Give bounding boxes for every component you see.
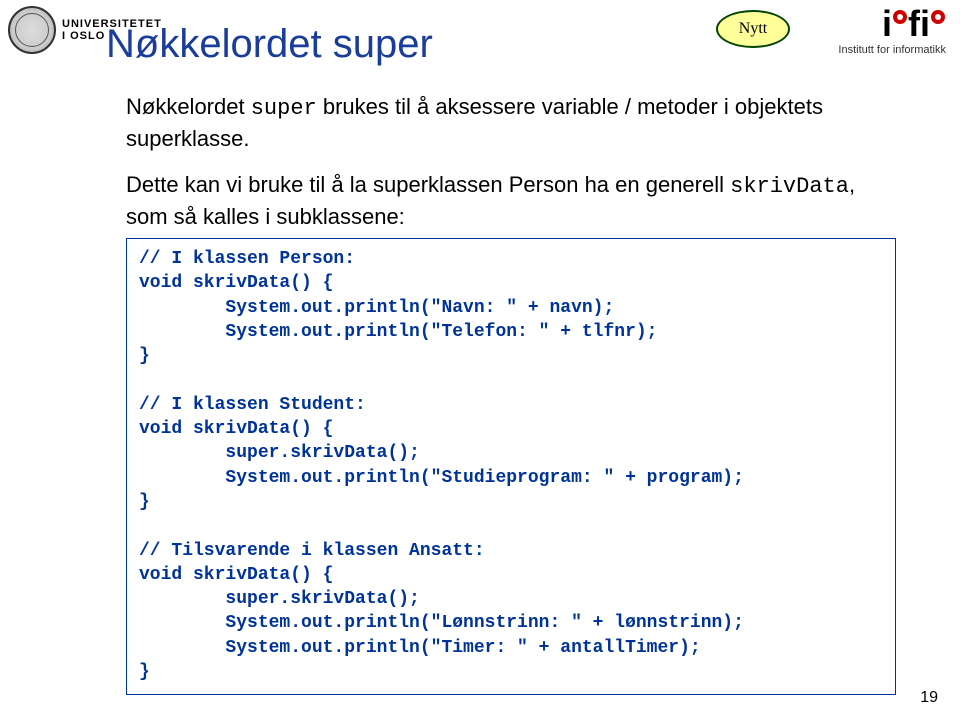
- code-l18: }: [139, 662, 150, 682]
- code-l02: void skrivData() {: [139, 273, 333, 293]
- code-l04: System.out.println("Telefon: " + tlfnr);: [139, 322, 657, 342]
- p1-part1: Nøkkelordet: [126, 94, 251, 119]
- code-l17: System.out.println("Timer: " + antallTim…: [139, 638, 701, 658]
- paragraph-2: Dette kan vi bruke til å la superklassen…: [126, 170, 880, 231]
- ifi-logo: ifi Institutt for informatikk: [838, 6, 946, 56]
- university-seal-icon: [8, 6, 56, 54]
- code-l11: }: [139, 492, 150, 512]
- code-l15: super.skrivData();: [139, 589, 420, 609]
- badge-label: Nytt: [739, 20, 767, 38]
- code-l08: void skrivData() {: [139, 419, 333, 439]
- code-l09: super.skrivData();: [139, 443, 420, 463]
- code-l14: void skrivData() {: [139, 565, 333, 585]
- p2-part1: Dette kan vi bruke til å la superklassen…: [126, 172, 730, 197]
- p2-mono: skrivData: [730, 174, 849, 199]
- code-l16: System.out.println("Lønnstrinn: " + lønn…: [139, 613, 744, 633]
- p1-mono: super: [251, 96, 317, 121]
- paragraph-1: Nøkkelordet super brukes til å aksessere…: [126, 92, 880, 153]
- title-prefix: Nøkkelordet: [106, 22, 333, 66]
- title-keyword: super: [333, 22, 433, 66]
- code-block: // I klassen Person: void skrivData() { …: [126, 238, 896, 695]
- page-number: 19: [920, 689, 938, 707]
- code-l13: // Tilsvarende i klassen Ansatt:: [139, 541, 485, 561]
- code-l01: // I klassen Person:: [139, 249, 355, 269]
- code-l10: System.out.println("Studieprogram: " + p…: [139, 468, 744, 488]
- ifi-caption: Institutt for informatikk: [838, 44, 946, 56]
- code-l05: }: [139, 346, 150, 366]
- code-l03: System.out.println("Navn: " + navn);: [139, 298, 614, 318]
- code-l07: // I klassen Student:: [139, 395, 366, 415]
- slide-title: Nøkkelordet super: [106, 22, 433, 67]
- new-badge: Nytt: [716, 10, 790, 48]
- ifi-mark-icon: ifi: [882, 6, 946, 42]
